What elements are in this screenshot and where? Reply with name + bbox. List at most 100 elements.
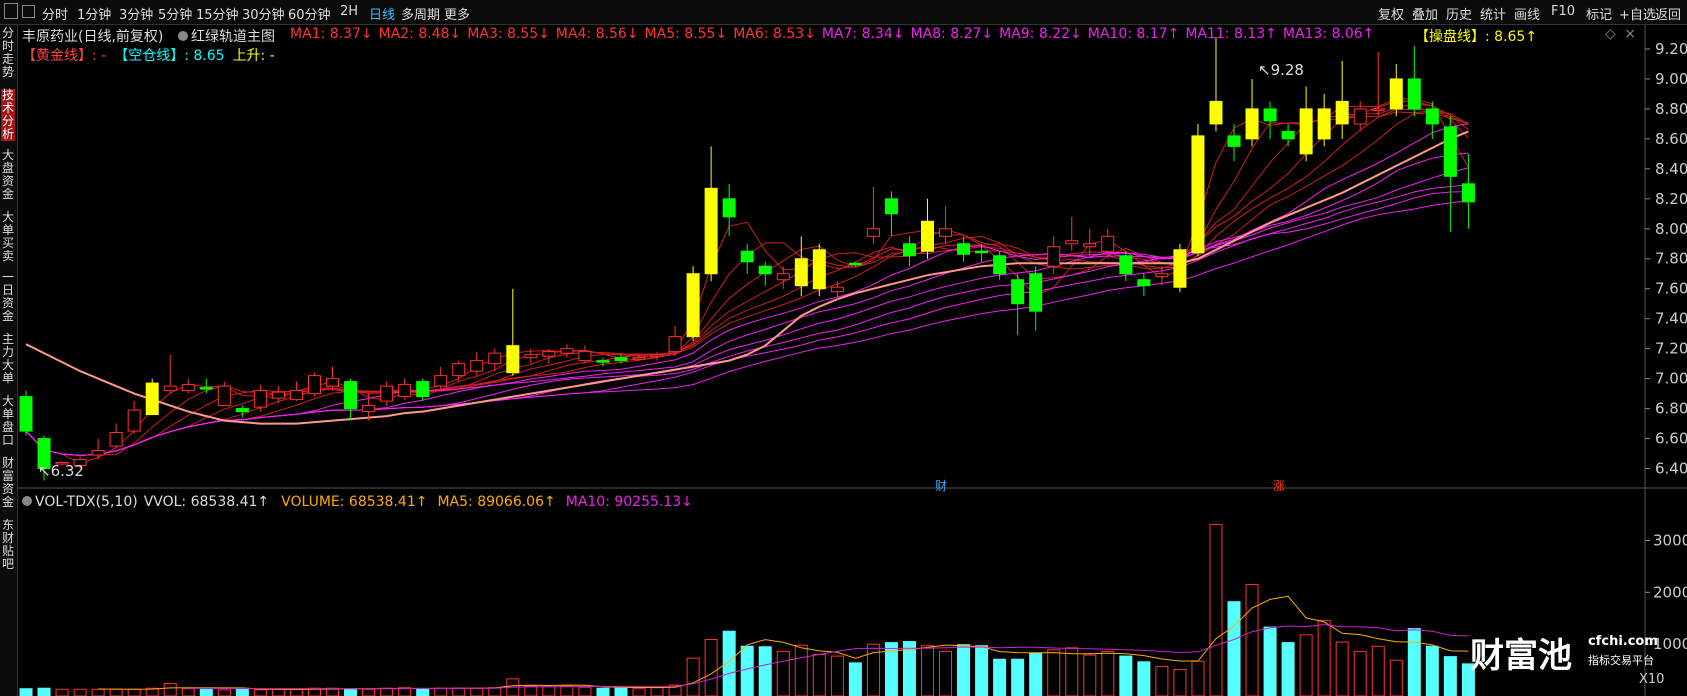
volume-bar xyxy=(812,654,826,696)
stats-button[interactable]: 统计 xyxy=(1480,4,1506,23)
period-30min[interactable]: 30分钟 xyxy=(242,4,285,23)
period-5min[interactable]: 5分钟 xyxy=(158,4,192,23)
volume-bar xyxy=(578,686,592,696)
sidebar-icon[interactable] xyxy=(22,5,35,18)
ma-red-line xyxy=(25,103,1469,456)
period-60min[interactable]: 60分钟 xyxy=(288,4,331,23)
shangsheng-label: 上升: - xyxy=(232,48,275,64)
back-button[interactable]: 返回 xyxy=(1655,4,1681,23)
volume-bar xyxy=(686,657,700,696)
mark-button[interactable]: 标记 xyxy=(1586,4,1612,23)
close-icon[interactable]: × xyxy=(1624,26,1636,42)
volume-bar xyxy=(1191,660,1205,696)
candle-body xyxy=(1317,108,1331,140)
volume-bar xyxy=(848,662,862,696)
draw-button[interactable]: 画线 xyxy=(1514,4,1540,23)
add-watchlist-button[interactable]: +自选 xyxy=(1619,4,1656,23)
ma-red-line xyxy=(25,100,1469,456)
nav-tech-analysis[interactable]: 技术分析 xyxy=(1,89,15,141)
event-marker-zhang: 涨 xyxy=(1273,478,1285,493)
settings-icon[interactable]: ◇ xyxy=(1605,26,1616,42)
period-1min[interactable]: 1分钟 xyxy=(77,4,111,23)
volume-bar xyxy=(1263,626,1277,696)
candle-body xyxy=(181,384,195,392)
price-tick-label: 7.00 xyxy=(1655,370,1687,388)
candle-body xyxy=(921,220,934,252)
volume-bar xyxy=(758,646,772,696)
ma-red-line xyxy=(25,108,1469,456)
period-fenshi[interactable]: 分时 xyxy=(42,4,68,23)
candle-body xyxy=(163,385,177,392)
vol-ma10-label: MA10: 90255.13↓ xyxy=(565,494,693,510)
period-multi[interactable]: 多周期 xyxy=(401,4,440,23)
chart-grid xyxy=(18,25,1687,696)
volume-tick-label: 30000 xyxy=(1653,532,1687,550)
candle-body xyxy=(939,228,953,237)
candle-body xyxy=(1155,273,1169,278)
watermark-slogan: 指标交易平台 xyxy=(1588,654,1654,667)
volume-bar xyxy=(650,687,664,696)
ma-label: MA10: 8.17↑ xyxy=(1087,26,1180,42)
huangjin-label: 【黄金线】: - xyxy=(22,48,107,64)
f10-button[interactable]: F10 xyxy=(1551,4,1575,19)
indicator-selector[interactable]: 红绿轨道主图 xyxy=(178,26,275,46)
candle-body xyxy=(632,357,646,360)
candle-body xyxy=(452,363,466,377)
candle-body xyxy=(307,375,321,395)
volume-bar xyxy=(993,658,1007,696)
candle-body xyxy=(1137,279,1151,287)
candle-body xyxy=(596,360,610,363)
candle-body xyxy=(199,387,213,390)
candle-body xyxy=(1173,249,1187,288)
volume-bar xyxy=(939,650,953,696)
nav-day-funds[interactable]: 一日资金 xyxy=(1,271,15,323)
grid-icon[interactable] xyxy=(4,3,18,19)
candle-body xyxy=(380,385,394,402)
fuquan-button[interactable]: 复权 xyxy=(1378,4,1404,23)
volume-bar xyxy=(1119,655,1133,696)
candle-body xyxy=(776,273,790,281)
chart-canvas: 6.40 6.60 6.80 7.00 7.20 7.40 7.60 7.80 8.00 8.20… xyxy=(18,25,1687,696)
price-tick-label: 7.20 xyxy=(1655,340,1687,358)
period-2h[interactable]: 2H xyxy=(340,4,358,19)
price-tick-label: 9.20 xyxy=(1655,40,1687,58)
period-more[interactable]: 更多 xyxy=(444,4,470,23)
candle-body xyxy=(19,396,33,432)
nav-fenshi[interactable]: 分时走势 xyxy=(1,27,15,79)
candle-body xyxy=(1263,108,1277,122)
price-tick-label: 7.60 xyxy=(1655,280,1687,298)
volume-bar xyxy=(596,687,610,696)
volume-bar xyxy=(740,645,754,696)
volume-bar xyxy=(1173,669,1187,696)
candle-body xyxy=(362,405,376,413)
event-marker-cai: 财 xyxy=(935,479,947,493)
nav-wealth-funds[interactable]: 财富资金 xyxy=(1,457,15,509)
volume-bar xyxy=(253,689,267,696)
candle-body xyxy=(1119,255,1133,275)
history-button[interactable]: 历史 xyxy=(1446,4,1472,23)
volume-bar xyxy=(1389,659,1403,696)
volume-bar xyxy=(957,644,971,696)
nav-big-order-book[interactable]: 大单盘口 xyxy=(1,395,15,447)
period-15min[interactable]: 15分钟 xyxy=(196,4,239,23)
period-toolbar: 分时 1分钟 3分钟 5分钟 15分钟 30分钟 60分钟 2H 日线 多周期 … xyxy=(0,0,1687,25)
nav-market-funds[interactable]: 大盘资金 xyxy=(1,149,15,201)
volume-bar xyxy=(1245,584,1259,696)
volume-bar xyxy=(488,687,502,696)
period-daily[interactable]: 日线 xyxy=(369,4,395,23)
candle-body xyxy=(1227,135,1241,147)
volume-bar xyxy=(1353,650,1367,696)
candle-body xyxy=(848,262,862,266)
volume-bar xyxy=(199,688,213,696)
dropdown-icon[interactable] xyxy=(22,496,32,506)
candle-body xyxy=(1083,243,1097,248)
volume-bar xyxy=(55,688,69,696)
nav-forum[interactable]: 东财贴吧 xyxy=(1,519,15,571)
period-3min[interactable]: 3分钟 xyxy=(119,4,153,23)
nav-big-orders[interactable]: 大单买卖 xyxy=(1,211,15,263)
volume-bar xyxy=(37,687,51,696)
volume-bar xyxy=(1371,645,1385,696)
watermark-domain: cfchi.com xyxy=(1588,634,1658,649)
overlay-button[interactable]: 叠加 xyxy=(1412,4,1438,23)
nav-main-force[interactable]: 主力大单 xyxy=(1,333,15,385)
